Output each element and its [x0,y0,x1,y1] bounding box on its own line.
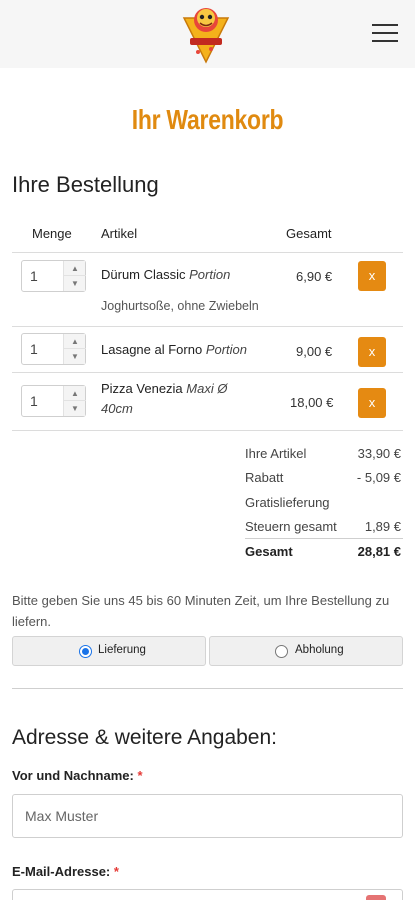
site-header [0,0,415,68]
item-price: 6,90 € [296,269,333,284]
order-heading: Ihre Bestellung [12,172,159,197]
increment-icon[interactable]: ▲ [64,386,86,401]
cart-row: 1 ▲ ▼ Dürum Classic Portion Joghurtsoße, … [0,252,415,326]
summary-discount: Rabatt - 5,09 € [245,470,401,485]
required-mark: * [137,768,143,783]
page-title: Ihr Warenkorb [131,104,284,135]
quantity-stepper[interactable]: 1 ▲ ▼ [21,260,86,292]
summary-tax: Steuern gesamt 1,89 € [245,519,401,534]
increment-icon[interactable]: ▲ [64,334,86,349]
option-label: Lieferung [98,644,146,656]
divider [12,688,403,689]
delivery-option-abholung[interactable]: Abholung [209,636,403,666]
item-price: 18,00 € [290,395,334,410]
delivery-option-lieferung[interactable]: Lieferung [12,636,206,666]
quantity-value[interactable]: 1 [30,341,38,357]
decrement-icon[interactable]: ▼ [64,349,86,364]
radio-selected-icon[interactable] [79,645,92,658]
divider [12,430,403,431]
cart-row: 1 ▲ ▼ Lasagne al Forno Portion 9,00 € x [0,326,415,372]
delivery-time-info: Bitte geben Sie uns 45 bis 60 Minuten Ze… [12,593,390,629]
email-label: E-Mail-Adresse: * [12,864,119,879]
hamburger-icon[interactable] [372,24,398,44]
item-name: Lasagne al Forno Portion [101,342,248,357]
remove-item-button[interactable]: x [358,261,386,291]
column-item: Artikel [101,226,138,241]
item-note: Joghurtsoße, ohne Zwiebeln [101,299,259,313]
column-quantity: Menge [32,226,72,241]
radio-unselected-icon[interactable] [275,645,288,658]
cart-row: 1 ▲ ▼ Pizza Venezia Maxi Ø 40cm 18,00 € x [0,372,415,430]
required-mark: * [113,864,119,879]
decrement-icon[interactable]: ▼ [64,276,86,291]
item-price: 9,00 € [296,344,333,359]
remove-item-button[interactable]: x [358,388,386,418]
remove-item-button[interactable]: x [358,337,386,367]
quantity-value[interactable]: 1 [30,268,38,284]
quantity-stepper[interactable]: 1 ▲ ▼ [21,385,86,417]
quantity-value[interactable]: 1 [30,393,38,409]
quantity-stepper[interactable]: 1 ▲ ▼ [21,333,86,365]
decrement-icon[interactable]: ▼ [64,401,86,416]
pizza-mascot-logo[interactable] [178,4,234,64]
email-field[interactable] [12,889,403,900]
address-heading: Adresse & weitere Angaben: [12,726,278,749]
column-total: Gesamt [286,226,332,241]
divider [245,538,403,539]
item-name: Dürum Classic Portion [101,267,231,282]
summary-items: Ihre Artikel 33,90 € [245,446,401,461]
summary-delivery: Gratislieferung [245,495,330,510]
name-label: Vor und Nachname: * [12,768,143,783]
field-status-icon [366,895,386,900]
name-field[interactable] [12,794,403,838]
item-name: Pizza Venezia Maxi Ø 40cm [101,381,228,416]
option-label: Abholung [295,644,344,656]
summary-total: Gesamt 28,81 € [245,544,401,559]
increment-icon[interactable]: ▲ [64,261,86,276]
